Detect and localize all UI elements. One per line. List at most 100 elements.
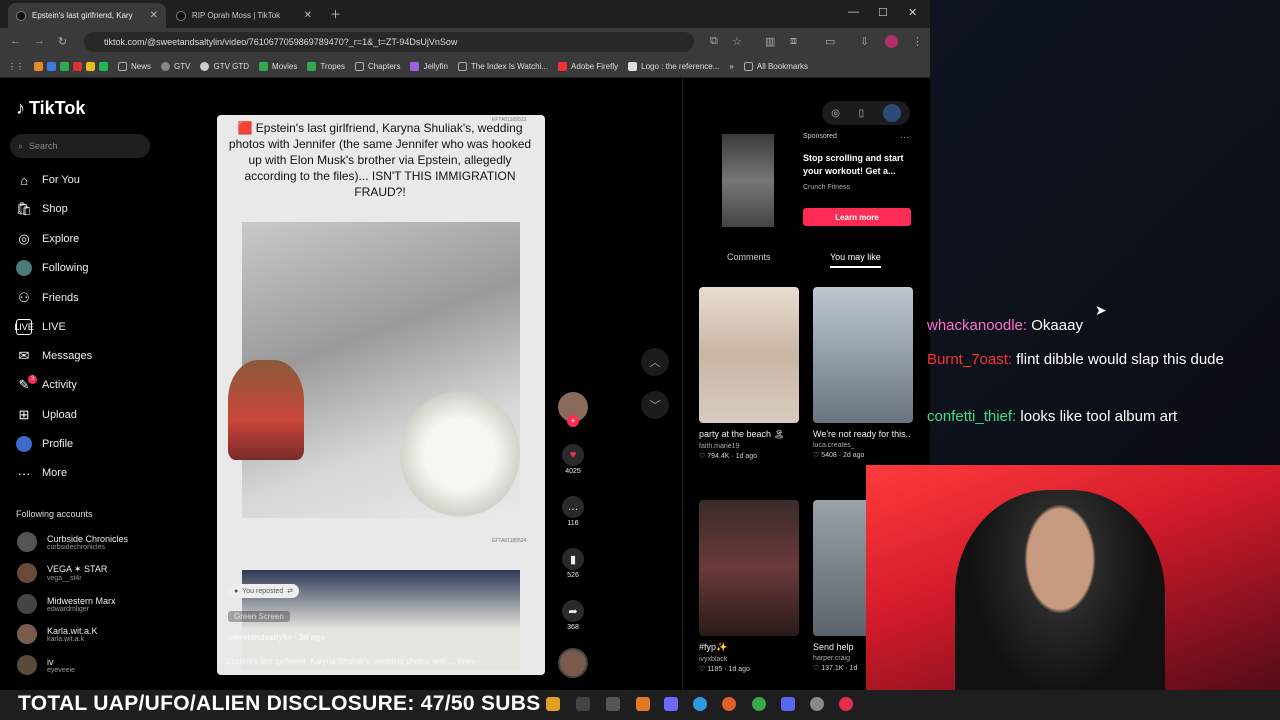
tiktok-logo[interactable]: ♪ TikTok: [16, 98, 85, 119]
bookmark-adobe[interactable]: Adobe Firefly: [557, 62, 618, 71]
video-author[interactable]: sweetandsaltylin · 3d ago: [228, 633, 325, 642]
bookmark-logo[interactable]: Logo : the reference...: [628, 62, 719, 71]
sidebar-item-for-you[interactable]: ⌂ For You: [16, 170, 80, 190]
sidebar-item-shop[interactable]: 🛍 Shop: [16, 199, 68, 219]
discord-icon[interactable]: [781, 697, 795, 711]
sound-disc-icon[interactable]: [558, 648, 588, 678]
bookmark-index[interactable]: The Index Is Watchi...: [457, 62, 548, 71]
bookmark-gtv[interactable]: GTV: [161, 62, 190, 71]
vlc-icon[interactable]: [636, 697, 650, 711]
green-screen-tag[interactable]: Green Screen: [228, 611, 290, 622]
maximize-icon[interactable]: ☐: [878, 6, 888, 19]
chrome-icon[interactable]: [752, 697, 766, 711]
app-icon[interactable]: [576, 697, 590, 711]
sidebar-item-messages[interactable]: ✉ Messages: [16, 346, 93, 366]
bookmark-chapters[interactable]: Chapters: [354, 62, 400, 71]
recommended-card[interactable]: We're not ready for this.. #viral #f... …: [813, 287, 913, 459]
bookmark-favicon-icon[interactable]: [34, 62, 43, 71]
bookmark-all[interactable]: All Bookmarks: [743, 62, 808, 71]
search-input[interactable]: ⌕ Search: [10, 134, 150, 158]
bookmark-favicon-icon[interactable]: [73, 62, 82, 71]
ad-options-icon[interactable]: ···: [900, 132, 909, 142]
reposted-badge[interactable]: ● You reposted ⇄: [228, 584, 300, 598]
menu-kebab-icon[interactable]: ⋮: [912, 35, 923, 48]
account-midwestern-marx[interactable]: Midwestern Marx edwardmliger: [17, 594, 116, 614]
account-karla[interactable]: Karla.wit.a.K karla.wit.a.k: [17, 624, 98, 644]
video-description[interactable]: Epstein's last girlfriend, Karyna Shulia…: [226, 657, 536, 666]
bookmark-news[interactable]: News: [118, 62, 151, 71]
download-icon[interactable]: ⇩: [860, 35, 869, 48]
github-icon: [200, 62, 210, 71]
bookmarks-overflow-icon[interactable]: »: [729, 62, 733, 71]
avatar: [17, 532, 37, 552]
recommended-card[interactable]: party at the beach 🏝 faith.marie19 ♡ 794…: [699, 287, 799, 460]
app-icon[interactable]: [664, 697, 678, 711]
bookmark-movies[interactable]: Movies: [259, 62, 297, 71]
recommended-card[interactable]: #fyp✨ ivyxblack ♡ 1185 · 1d ago: [699, 500, 799, 673]
bookmark-gtv-gtd[interactable]: GTV GTD: [200, 62, 249, 71]
apps-grid-icon[interactable]: ⋮⋮: [8, 62, 24, 71]
previous-video-button[interactable]: ︿: [641, 348, 669, 376]
sidebar-item-live[interactable]: LIVE LIVE: [14, 317, 66, 337]
bookmark-favicon-icon[interactable]: [60, 62, 69, 71]
sidebar-item-friends[interactable]: ⚇ Friends: [16, 288, 79, 308]
puzzle-icon[interactable]: ⧈: [790, 35, 797, 48]
cast-icon[interactable]: ⧉: [710, 35, 718, 48]
app-4k-icon[interactable]: [606, 697, 620, 711]
bookmark-tropes[interactable]: Tropes: [307, 62, 345, 71]
account-vega[interactable]: VEGA ✶ STAR vega__st4r: [17, 563, 107, 583]
like-button[interactable]: ♥ 4025: [558, 444, 588, 475]
tab-epstein[interactable]: Epstein's last girlfriend, Kary ✕: [8, 3, 166, 28]
ad-brand: Crunch Fitness: [803, 184, 851, 191]
repost-toggle-icon[interactable]: ⇄: [287, 587, 293, 595]
sidebar-item-more[interactable]: ··· More: [16, 463, 68, 483]
back-icon[interactable]: ←: [10, 35, 21, 47]
new-tab-icon[interactable]: ＋: [330, 6, 341, 22]
minimize-icon[interactable]: —: [848, 6, 859, 18]
activity-badge: 3: [28, 375, 37, 384]
comment-button[interactable]: … 116: [558, 496, 588, 527]
edge-icon[interactable]: [693, 697, 707, 711]
bookmark-favicon-icon[interactable]: [86, 62, 95, 71]
shop-icon: 🛍: [15, 201, 33, 216]
tab-close-icon[interactable]: ✕: [304, 10, 312, 21]
sidebar-icon[interactable]: ▭: [825, 35, 835, 48]
app-folder-icon[interactable]: [546, 697, 560, 711]
youtube-icon[interactable]: [839, 697, 853, 711]
ad-thumbnail[interactable]: [722, 134, 774, 227]
bookmark-jellyfin[interactable]: Jellyfin: [410, 62, 448, 71]
learn-more-button[interactable]: Learn more: [803, 208, 911, 226]
forward-icon[interactable]: →: [34, 35, 45, 47]
share-button[interactable]: ➦ 368: [558, 600, 588, 631]
bookmark-favicon-icon[interactable]: [47, 62, 56, 71]
ad-title[interactable]: Stop scrolling and start your workout! G…: [803, 152, 915, 178]
firefox-icon[interactable]: [722, 697, 736, 711]
sidebar-item-profile[interactable]: Profile: [16, 434, 73, 454]
save-button[interactable]: ▮ 526: [558, 548, 588, 579]
address-bar[interactable]: tiktok.com/@sweetandsaltylin/video/76106…: [84, 32, 694, 52]
sidebar-item-upload[interactable]: ⊞ Upload: [16, 405, 77, 425]
globe-icon[interactable]: [882, 104, 901, 122]
sidebar-item-explore[interactable]: ◎ Explore: [16, 229, 79, 249]
close-window-icon[interactable]: ✕: [908, 6, 917, 19]
phone-icon[interactable]: ▯: [859, 108, 865, 119]
tab-you-may-like[interactable]: You may like: [830, 252, 881, 268]
bookmark-star-icon[interactable]: ☆: [732, 35, 742, 48]
chat-text: Okaaay: [1031, 317, 1083, 334]
extension-icon[interactable]: ▥: [765, 35, 775, 48]
tab-oprah[interactable]: RIP Oprah Moss | TikTok ✕: [168, 3, 320, 28]
bookmark-favicon-icon[interactable]: [99, 62, 108, 71]
sidebar-item-activity[interactable]: ✎ Activity: [16, 375, 77, 395]
follow-plus-icon[interactable]: +: [567, 415, 579, 427]
account-iv[interactable]: iv eyeveeie: [17, 655, 75, 675]
tab-comments[interactable]: Comments: [727, 252, 771, 262]
folder-icon: [354, 62, 364, 71]
profile-avatar-icon[interactable]: [885, 35, 898, 48]
reload-icon[interactable]: ↻: [58, 35, 67, 48]
app-icon[interactable]: [810, 697, 824, 711]
sidebar-item-following[interactable]: Following: [16, 258, 88, 278]
next-video-button[interactable]: ﹀: [641, 391, 669, 419]
tab-close-icon[interactable]: ✕: [150, 10, 158, 21]
account-curbside[interactable]: Curbside Chronicles curbsidechronicles: [17, 532, 128, 552]
compass-icon[interactable]: ◎: [831, 108, 840, 119]
